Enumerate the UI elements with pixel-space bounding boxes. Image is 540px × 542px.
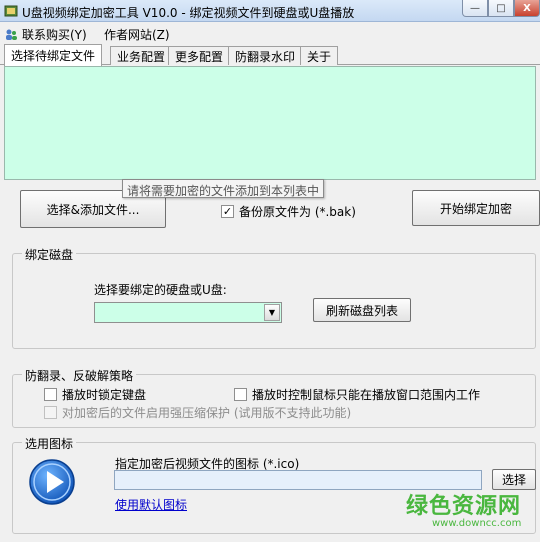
strong-compress-checkbox [44, 406, 57, 419]
strong-compress-label: 对加密后的文件启用强压缩保护 (试用版不支持此功能) [62, 406, 352, 420]
site-watermark: 绿色资源网 www.downcc.com [402, 488, 532, 534]
tab-select-files[interactable]: 选择待绑定文件 [4, 44, 103, 66]
app-icon [4, 5, 18, 17]
confine-mouse-label: 播放时控制鼠标只能在播放窗口范围内工作 [252, 388, 481, 402]
minimize-button[interactable]: — [462, 0, 488, 17]
disk-select-label: 选择要绑定的硬盘或U盘: [94, 283, 227, 297]
bind-disk-group-label: 绑定磁盘 [22, 246, 77, 263]
lock-keyboard-checkbox[interactable] [44, 388, 57, 401]
disk-select[interactable]: ▼ [94, 302, 282, 323]
title-bar: U盘视频绑定加密工具 V10.0 - 绑定视频文件到硬盘或U盘播放 — □ X [0, 0, 540, 22]
play-icon [29, 459, 75, 505]
window-title: U盘视频绑定加密工具 V10.0 - 绑定视频文件到硬盘或U盘播放 [22, 6, 355, 20]
chevron-down-icon[interactable]: ▼ [264, 304, 280, 321]
file-list-tooltip: 请将需要加密的文件添加到本列表中 [122, 179, 325, 198]
menu-item-author-site[interactable]: 作者网站(Z) [104, 26, 170, 43]
maximize-button[interactable]: □ [488, 0, 514, 17]
tab-strip: 选择待绑定文件 业务配置 更多配置 防翻录水印 关于 [0, 44, 540, 66]
people-icon [6, 29, 17, 40]
watermark-title: 绿色资源网 [406, 494, 522, 519]
confine-mouse-checkbox[interactable] [234, 388, 247, 401]
backup-label: 备份原文件为 (*.bak) [239, 205, 356, 219]
anti-record-group-label: 防翻录、反破解策略 [22, 367, 137, 384]
use-default-icon-link[interactable]: 使用默认图标 [115, 496, 187, 513]
lock-keyboard-label: 播放时锁定键盘 [62, 388, 147, 402]
choose-icon-button[interactable]: 选择 [492, 469, 536, 490]
icon-group-label: 选用图标 [22, 435, 77, 452]
refresh-disk-button[interactable]: 刷新磁盘列表 [313, 298, 411, 322]
tab-anti-record-watermark[interactable]: 防翻录水印 [228, 46, 303, 65]
close-button[interactable]: X [514, 0, 540, 17]
tab-more-config[interactable]: 更多配置 [168, 46, 231, 65]
backup-checkbox[interactable]: ✓ [221, 205, 234, 218]
menu-bar: 联系购买(Y) 作者网站(Z) [0, 23, 540, 43]
menu-item-label: 作者网站(Z) [104, 28, 170, 42]
start-encrypt-button[interactable]: 开始绑定加密 [412, 190, 540, 226]
menu-item-contact-buy[interactable]: 联系购买(Y) [4, 26, 87, 43]
tab-about[interactable]: 关于 [300, 46, 339, 65]
file-list[interactable] [4, 66, 536, 180]
confine-mouse-option[interactable]: 播放时控制鼠标只能在播放窗口范围内工作 [234, 386, 480, 403]
backup-option[interactable]: ✓ 备份原文件为 (*.bak) [221, 203, 356, 220]
strong-compress-option: 对加密后的文件启用强压缩保护 (试用版不支持此功能) [44, 404, 351, 421]
lock-keyboard-option[interactable]: 播放时锁定键盘 [44, 386, 146, 403]
icon-path-input[interactable] [114, 470, 482, 490]
bind-disk-group [12, 253, 536, 349]
watermark-url: www.downcc.com [432, 518, 522, 529]
menu-item-label: 联系购买(Y) [22, 28, 87, 42]
tab-business-config[interactable]: 业务配置 [110, 46, 173, 65]
